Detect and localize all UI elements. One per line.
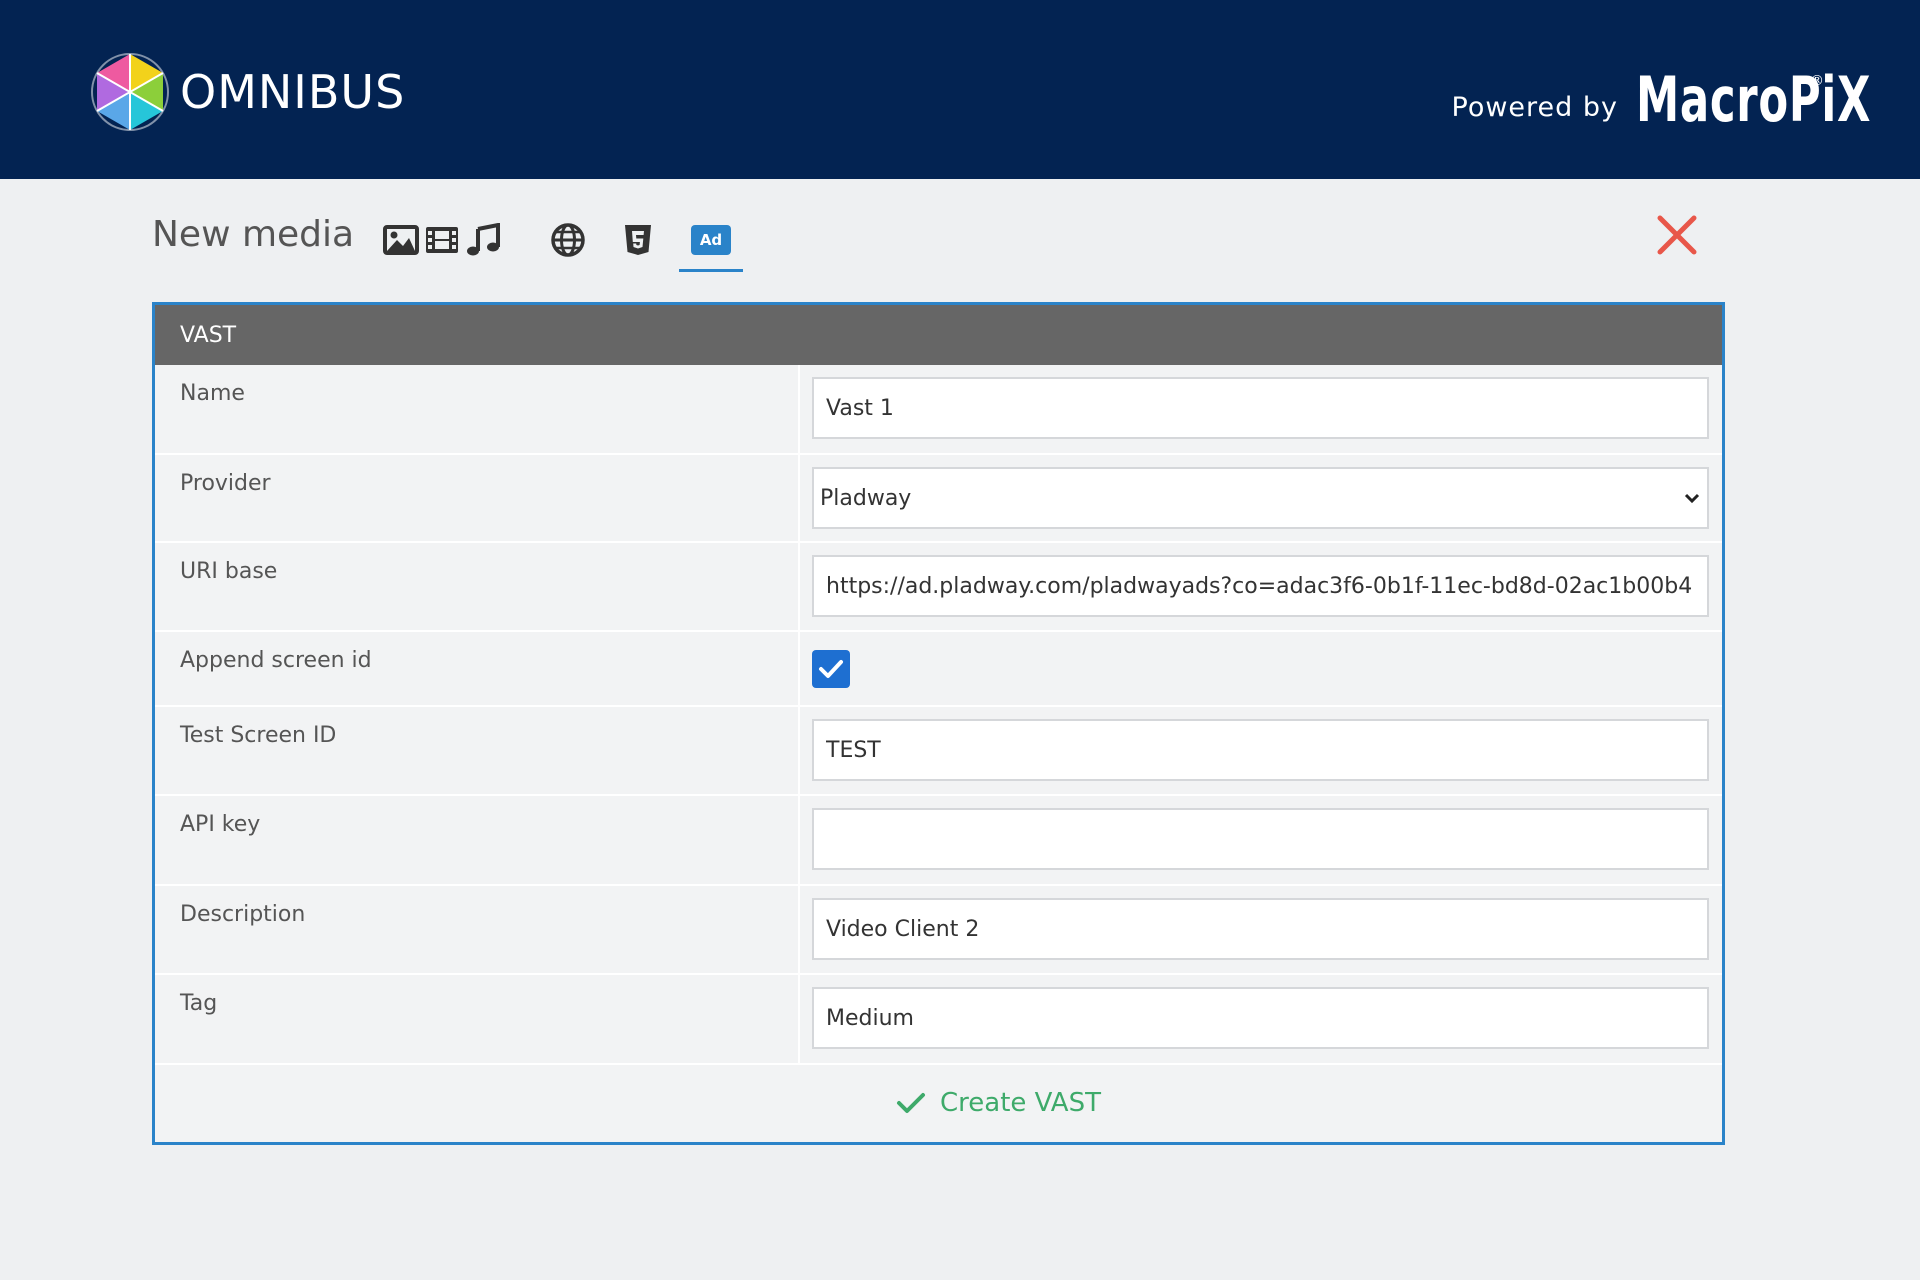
omnibus-logo-icon — [91, 53, 169, 131]
html5-icon[interactable] — [618, 220, 658, 260]
page-title: New media — [152, 214, 355, 255]
create-vast-label: Create VAST — [940, 1088, 1101, 1118]
append-screen-id-label: Append screen id — [180, 648, 372, 673]
music-icon[interactable] — [464, 220, 504, 260]
brand-name: MacroPiX — [1636, 63, 1872, 136]
close-button[interactable] — [1652, 210, 1702, 260]
api-key-input[interactable] — [812, 808, 1709, 870]
form-row-api-key: API key — [155, 796, 1722, 886]
test-screen-id-input[interactable] — [812, 719, 1709, 781]
media-toolbar: New media Ad — [152, 200, 1702, 272]
tag-input[interactable] — [812, 987, 1709, 1049]
checkmark-icon — [819, 660, 843, 678]
form-row-tag: Tag — [155, 975, 1722, 1065]
api-key-label: API key — [180, 812, 261, 837]
form-row-test-screen-id: Test Screen ID — [155, 707, 1722, 796]
description-label: Description — [180, 902, 306, 927]
powered-by-label: Powered by — [1451, 91, 1618, 123]
chevron-down-icon — [1684, 493, 1700, 504]
vast-form-panel: VAST Name Provider Pladway URI base Appe… — [152, 302, 1725, 1145]
description-input[interactable] — [812, 898, 1709, 960]
form-row-provider: Provider Pladway — [155, 455, 1722, 543]
ad-icon[interactable]: Ad — [679, 220, 743, 272]
check-icon — [897, 1093, 926, 1113]
ad-badge-label: Ad — [691, 225, 731, 255]
provider-select[interactable]: Pladway — [812, 467, 1709, 529]
brand-registered-mark: ® — [1810, 73, 1824, 89]
form-row-name: Name — [155, 365, 1722, 455]
powered-by: Powered by MacroPiX ® — [1451, 60, 1872, 140]
film-icon[interactable] — [422, 220, 462, 260]
close-icon — [1657, 215, 1697, 255]
logo-text: OMNIBUS — [180, 65, 406, 119]
create-vast-button[interactable]: Create VAST — [896, 1088, 1101, 1118]
macropix-brand: MacroPiX ® — [1636, 63, 1872, 136]
name-label: Name — [180, 381, 245, 406]
form-row-append-screen-id: Append screen id — [155, 632, 1722, 707]
provider-label: Provider — [180, 471, 271, 496]
name-input[interactable] — [812, 377, 1709, 439]
form-footer: Create VAST — [155, 1064, 1722, 1142]
app-header: OMNIBUS Powered by MacroPiX ® — [0, 0, 1920, 179]
test-screen-id-label: Test Screen ID — [180, 723, 337, 748]
uri-base-label: URI base — [180, 559, 278, 584]
omnibus-logo: OMNIBUS — [90, 52, 405, 132]
append-screen-id-checkbox[interactable] — [812, 650, 850, 688]
uri-base-input[interactable] — [812, 555, 1709, 617]
globe-icon[interactable] — [548, 220, 588, 260]
section-title: VAST — [155, 305, 1722, 365]
image-icon[interactable] — [381, 220, 421, 260]
form-row-description: Description — [155, 886, 1722, 975]
provider-selected-value: Pladway — [820, 485, 912, 511]
form-row-uri-base: URI base — [155, 543, 1722, 632]
tag-label: Tag — [180, 991, 218, 1016]
